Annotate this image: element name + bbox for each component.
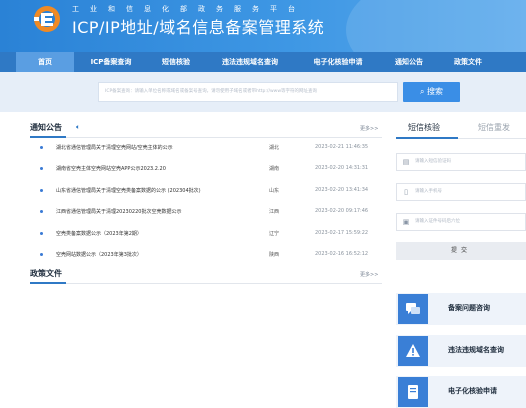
search-icon: ⌕ xyxy=(419,87,425,96)
policy-section-header: 政策文件 更多>> xyxy=(30,268,382,284)
id-card-icon: ▣ xyxy=(402,218,410,226)
phone-placeholder: 请输入手机号 xyxy=(415,189,442,194)
notice-item[interactable]: 湖南省空壳主体空壳网站空壳APP公示2023.2.20 湖南 2023-02-2… xyxy=(30,162,382,183)
notice-date: 2023-02-20 09:17:46 xyxy=(315,208,369,215)
service-card-e-verify[interactable]: 电子化核验申请 xyxy=(396,376,526,408)
policy-title: 政策文件 xyxy=(30,269,62,278)
document-icon: ▤ xyxy=(402,158,410,166)
id-number-field[interactable]: ▣ 请输入证件号码后六位 xyxy=(396,213,526,231)
document-icon xyxy=(398,377,428,407)
notice-item[interactable]: 空壳网站数据公示（2023年第3批次） 陕西 2023-02-16 16:52:… xyxy=(30,248,382,269)
id-number-placeholder: 请输入证件号码后六位 xyxy=(415,219,460,224)
service-card-consult[interactable]: 备案问题咨询 xyxy=(396,293,526,325)
policy-more-link[interactable]: 更多>> xyxy=(360,271,378,278)
site-logo-icon[interactable] xyxy=(32,4,62,34)
notice-item[interactable]: 湖北省通信管理局关于清理空壳网站/空壳主体的公示 湖北 2023-02-21 1… xyxy=(30,141,382,162)
notice-title[interactable]: 江西省通信管理局关于清理20230220批次空壳数据公示 xyxy=(56,208,181,215)
sms-code-placeholder: 请输入短信验证码 xyxy=(415,159,451,164)
nav-item-policies[interactable]: 政策文件 xyxy=(438,52,498,72)
main-nav: 首页 ICP备案查询 短信核验 违法违规域名查询 电子化核验申请 通知公告 政策… xyxy=(0,52,526,72)
sms-tabs: 短信核验 短信重发 xyxy=(396,122,526,139)
nav-item-sms-verify[interactable]: 短信核验 xyxy=(148,52,204,72)
site-subtitle: 工业和信息化部政务服务平台 xyxy=(72,5,306,13)
search-button-label: 搜索 xyxy=(427,87,444,96)
bullet-icon xyxy=(40,252,43,256)
notice-region: 陕西 xyxy=(269,251,280,258)
policy-underline xyxy=(30,282,66,284)
chat-icon xyxy=(398,294,428,324)
bullet-icon xyxy=(40,210,43,214)
notice-title[interactable]: 湖南省空壳主体空壳网站空壳APP公示2023.2.20 xyxy=(56,165,166,172)
notice-list: 湖北省通信管理局关于清理空壳网站/空壳主体的公示 湖北 2023-02-21 1… xyxy=(30,141,382,269)
bullet-icon xyxy=(40,167,43,171)
nav-item-notices[interactable]: 通知公告 xyxy=(380,52,438,72)
notice-region: 江西 xyxy=(269,209,280,216)
notice-title[interactable]: 湖北省通信管理局关于清理空壳网站/空壳主体的公示 xyxy=(56,144,173,151)
phone-field[interactable]: ▯ 请输入手机号 xyxy=(396,183,526,201)
search-band: ICP备案查询：请输入单位名称或域名或备案号查询，请勿使用子域名或者带http:… xyxy=(0,72,526,112)
sms-tab-underline xyxy=(396,137,458,139)
nav-item-home[interactable]: 首页 xyxy=(16,52,74,72)
notice-item[interactable]: 江西省通信管理局关于清理20230220批次空壳数据公示 江西 2023-02-… xyxy=(30,205,382,226)
site-title: ICP/IP地址/域名信息备案管理系统 xyxy=(72,18,325,37)
bullet-icon xyxy=(40,146,43,149)
warning-icon xyxy=(398,336,428,366)
notices-divider xyxy=(30,137,382,138)
notice-date: 2023-02-20 14:31:31 xyxy=(315,165,369,172)
bullet-icon xyxy=(40,231,43,235)
service-label: 电子化核验申请 xyxy=(448,387,497,395)
tab-sms-resend[interactable]: 短信重发 xyxy=(478,122,510,133)
nav-item-e-verify[interactable]: 电子化核验申请 xyxy=(296,52,380,72)
site-header: 工业和信息化部政务服务平台 ICP/IP地址/域名信息备案管理系统 xyxy=(0,0,526,52)
notices-section-header: 通知公告 🔈︎ 更多>> xyxy=(30,122,382,138)
notice-title[interactable]: 山东省通信管理局关于清理空壳类备案数据的公示 (202304批次) xyxy=(56,187,201,194)
phone-icon: ▯ xyxy=(404,188,408,196)
header-decoration xyxy=(346,0,526,52)
notice-date: 2023-02-16 16:52:12 xyxy=(315,250,369,257)
notice-date: 2023-02-21 11:46:35 xyxy=(315,144,369,150)
search-button[interactable]: ⌕ 搜索 xyxy=(403,82,460,102)
notice-item[interactable]: 山东省通信管理局关于清理空壳类备案数据的公示 (202304批次) 山东 202… xyxy=(30,184,382,205)
service-label: 违法违规域名查询 xyxy=(448,346,504,354)
notice-item[interactable]: 空壳类备案数据公示（2023年第2期） 辽宁 2023-02-17 15:59:… xyxy=(30,227,382,248)
notices-underline xyxy=(30,136,66,138)
notice-region: 山东 xyxy=(269,187,280,194)
policy-divider xyxy=(30,283,382,284)
search-input[interactable]: ICP备案查询：请输入单位名称或域名或备案号查询，请勿使用子域名或者带http:… xyxy=(98,82,398,102)
speaker-icon: 🔈︎ xyxy=(76,123,81,131)
notice-title[interactable]: 空壳类备案数据公示（2023年第2期） xyxy=(56,230,142,237)
notice-date: 2023-02-20 13:41:34 xyxy=(315,186,369,193)
service-card-illegal-domain[interactable]: 违法违规域名查询 xyxy=(396,335,526,367)
notice-region: 湖北 xyxy=(269,145,280,151)
bullet-icon xyxy=(40,188,43,192)
notice-region: 湖南 xyxy=(269,166,280,173)
notices-more-link[interactable]: 更多>> xyxy=(360,125,378,132)
notice-date: 2023-02-17 15:59:22 xyxy=(315,229,369,236)
nav-item-illegal-domain[interactable]: 违法违规域名查询 xyxy=(204,52,296,72)
sms-code-field[interactable]: ▤ 请输入短信验证码 xyxy=(396,153,526,171)
notice-region: 辽宁 xyxy=(269,230,280,237)
tab-sms-verify[interactable]: 短信核验 xyxy=(408,122,440,133)
submit-button[interactable]: 提交 xyxy=(396,242,526,260)
service-label: 备案问题咨询 xyxy=(448,304,490,312)
nav-item-icp-query[interactable]: ICP备案查询 xyxy=(74,52,148,72)
notice-title[interactable]: 空壳网站数据公示（2023年第3批次） xyxy=(56,251,142,258)
notices-title: 通知公告 xyxy=(30,123,62,132)
